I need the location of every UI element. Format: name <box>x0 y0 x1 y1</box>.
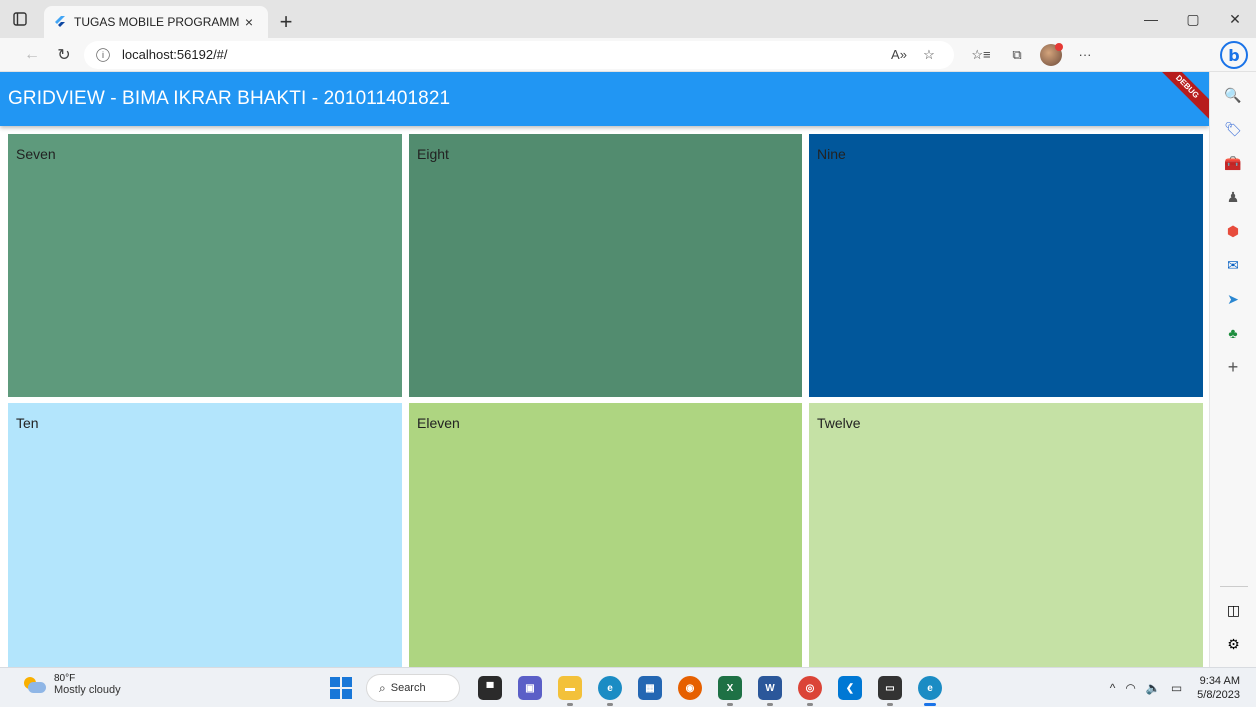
bing-chat-icon[interactable]: b <box>1220 41 1248 69</box>
volume-icon[interactable]: 🔈 <box>1146 681 1161 695</box>
grid-tile-label: Eleven <box>417 415 460 431</box>
file-explorer-icon[interactable]: ▬ <box>558 676 582 706</box>
terminal-icon[interactable]: ▭ <box>878 676 902 706</box>
shopping-tag-icon[interactable]: 🏷 <box>1218 114 1248 144</box>
close-window-button[interactable]: ✕ <box>1214 0 1256 38</box>
weather-widget[interactable]: 80°F Mostly cloudy <box>22 673 121 696</box>
chat-icon[interactable]: ▣ <box>518 676 542 700</box>
weather-temperature: 80°F <box>54 673 76 684</box>
grid-tile-label: Seven <box>16 146 56 162</box>
taskbar: 80°F Mostly cloudy ⌕ Search ▀ ▣ ▬ e ▦ ◉ … <box>0 667 1256 707</box>
chevron-up-icon[interactable]: ^ <box>1110 681 1116 695</box>
search-label: Search <box>390 682 426 694</box>
favorite-star-icon[interactable]: ☆ <box>914 41 944 69</box>
tools-icon[interactable]: 🧰 <box>1218 148 1248 178</box>
settings-icon[interactable]: ⚙ <box>1219 629 1249 659</box>
search-icon: ⌕ <box>379 680 386 695</box>
games-icon[interactable]: ♟ <box>1218 182 1248 212</box>
grid-tile-label: Eight <box>417 146 449 162</box>
read-aloud-icon[interactable]: A» <box>884 41 914 69</box>
address-bar-actions: A» ☆ <box>884 41 944 69</box>
wifi-icon[interactable]: ◠ <box>1125 681 1135 695</box>
more-options-icon[interactable]: ··· <box>1070 41 1100 69</box>
tab-actions-icon <box>13 12 27 26</box>
navigation-bar: ← ↻ i localhost:56192/#/ A» ☆ ☆≡ ⧉ ··· b <box>0 38 1256 72</box>
clock[interactable]: 9:34 AM 5/8/2023 <box>1197 674 1240 702</box>
edge-sidebar: 🔍 🏷 🧰 ♟ ⬢ ✉ ➤ ♣ + ◫ ⚙ <box>1209 72 1256 667</box>
favorites-icon[interactable]: ☆≡ <box>966 41 996 69</box>
chrome-icon[interactable]: ◎ <box>798 676 822 706</box>
sidebar-bottom: ◫ ⚙ <box>1210 580 1256 667</box>
system-tray: ^ ◠ 🔈 ▭ 9:34 AM 5/8/2023 <box>1105 674 1240 702</box>
app-viewport: GRIDVIEW - BIMA IKRAR BHAKTI - 201011401… <box>0 72 1209 667</box>
grid-tile[interactable]: Eleven <box>409 403 802 667</box>
tab-title: TUGAS MOBILE PROGRAMMING <box>74 15 240 29</box>
sidebar-divider <box>1219 586 1248 587</box>
battery-icon[interactable]: ▭ <box>1171 681 1182 695</box>
firefox-icon[interactable]: ◉ <box>678 676 702 700</box>
clock-time: 9:34 AM <box>1199 675 1240 687</box>
restore-button[interactable]: ▢ <box>1172 0 1214 38</box>
clock-date: 5/8/2023 <box>1197 689 1240 701</box>
grid-tile[interactable]: Nine <box>809 134 1203 397</box>
browser-tab[interactable]: TUGAS MOBILE PROGRAMMING × <box>44 6 268 38</box>
start-button[interactable] <box>330 677 352 699</box>
grid-tile[interactable]: Ten <box>8 403 402 667</box>
search-icon[interactable]: 🔍 <box>1218 80 1248 110</box>
minimize-button[interactable]: — <box>1130 0 1172 38</box>
weather-description: Mostly cloudy <box>54 684 121 696</box>
grid-view: Seven Eight Nine Ten Eleven Twelve <box>0 126 1209 667</box>
outlook-icon[interactable]: ✉ <box>1218 250 1248 280</box>
profile-avatar[interactable] <box>1040 42 1063 66</box>
cloudy-weather-icon <box>22 675 46 695</box>
store-icon[interactable]: ▦ <box>638 676 662 700</box>
tab-actions-button[interactable] <box>0 0 40 38</box>
collections-icon[interactable]: ⧉ <box>1002 41 1032 69</box>
page-title: GRIDVIEW - BIMA IKRAR BHAKTI - 201011401… <box>8 88 451 109</box>
grid-tile[interactable]: Seven <box>8 134 402 397</box>
vscode-icon[interactable]: ❮ <box>838 676 862 700</box>
edge-icon[interactable]: e <box>598 676 622 706</box>
grid-tile-label: Ten <box>16 415 39 431</box>
office-icon[interactable]: ⬢ <box>1218 216 1248 246</box>
flutter-favicon-icon <box>55 16 65 27</box>
split-screen-icon[interactable]: ◫ <box>1219 595 1249 625</box>
back-button[interactable]: ← <box>16 40 48 70</box>
site-info-icon[interactable]: i <box>96 47 110 62</box>
window-controls: — ▢ ✕ <box>1130 0 1256 38</box>
taskbar-search[interactable]: ⌕ Search <box>366 674 460 702</box>
add-icon[interactable]: + <box>1218 352 1248 382</box>
grid-tile[interactable]: Eight <box>409 134 802 397</box>
tab-close-icon[interactable]: × <box>240 14 258 30</box>
taskbar-apps: ⌕ Search ▀ ▣ ▬ e ▦ ◉ X W ◎ ❮ ▭ e <box>330 672 950 706</box>
send-icon[interactable]: ➤ <box>1218 284 1248 314</box>
grid-tile[interactable]: Twelve <box>809 403 1203 667</box>
excel-icon[interactable]: X <box>718 676 742 706</box>
windows-logo-icon <box>330 677 340 687</box>
address-bar[interactable]: i localhost:56192/#/ A» ☆ <box>84 40 954 69</box>
grid-tile-label: Nine <box>817 146 846 162</box>
notification-dot-icon <box>1055 42 1063 51</box>
word-icon[interactable]: W <box>758 676 782 706</box>
url-text[interactable]: localhost:56192/#/ <box>122 47 884 62</box>
app-bar: GRIDVIEW - BIMA IKRAR BHAKTI - 201011401… <box>0 72 1209 126</box>
edge-dev-icon[interactable]: e <box>918 676 942 706</box>
tree-icon[interactable]: ♣ <box>1218 318 1248 348</box>
new-tab-button[interactable]: + <box>270 6 302 38</box>
grid-tile-label: Twelve <box>817 415 861 431</box>
task-view-icon[interactable]: ▀ <box>478 676 502 700</box>
browser-tab-bar: TUGAS MOBILE PROGRAMMING × + — ▢ ✕ <box>0 0 1256 38</box>
reload-button[interactable]: ↻ <box>48 40 80 70</box>
